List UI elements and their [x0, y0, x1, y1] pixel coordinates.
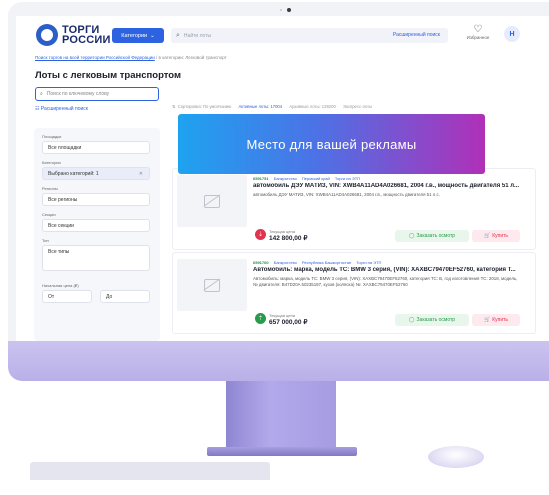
- lot-title[interactable]: Автомобиль: марка, модель ТС: BMW 3 сери…: [253, 267, 528, 273]
- sort-select[interactable]: Сортировка: По умолчанию: [178, 104, 232, 109]
- monitor-chin: [8, 341, 549, 381]
- avatar[interactable]: Н: [504, 26, 520, 42]
- filter-label: Категории: [42, 160, 61, 165]
- price-to-input[interactable]: До: [100, 290, 150, 303]
- search-input[interactable]: ⌕ Найти лоты Расширенный поиск: [171, 28, 448, 43]
- camera-dot: [280, 9, 282, 11]
- no-photo-placeholder: [177, 259, 247, 311]
- tab-express-lots[interactable]: Экспресс-лоты: [343, 104, 372, 109]
- order-inspection-button[interactable]: ◯ Заказать осмотр: [395, 314, 469, 326]
- keyboard: [30, 462, 270, 480]
- price-from-input[interactable]: От: [42, 290, 92, 303]
- advanced-search-link[interactable]: Расширенный поиск: [393, 32, 440, 38]
- no-photo-icon: [204, 278, 220, 292]
- favorites-label: Избранное: [466, 35, 490, 40]
- filter-value: Все секции: [48, 222, 74, 229]
- clear-icon[interactable]: ✕: [139, 171, 143, 177]
- filter-regions[interactable]: Все регионы: [42, 193, 150, 206]
- order-inspection-button[interactable]: ◯ Заказать осмотр: [395, 230, 469, 242]
- lot-tag[interactable]: Банкротство: [274, 260, 297, 265]
- monitor-stand: [226, 381, 336, 449]
- order-inspection-label: Заказать осмотр: [416, 317, 456, 323]
- cart-icon: 🛒: [483, 233, 491, 239]
- no-photo-placeholder: [177, 175, 247, 227]
- lot-title[interactable]: автомобиль ДЭУ МАТИЗ, VIN: XWB4A11AD4A02…: [253, 183, 528, 189]
- lot-price: 142 800,00 ₽: [269, 235, 308, 242]
- keyword-search-input[interactable]: ⌕ Поиск по ключевому слову: [35, 87, 159, 101]
- sort-bar: ⇅ Сортировка: По умолчанию Активные лоты…: [172, 104, 372, 109]
- lot-tag[interactable]: Республика Башкортостан: [302, 260, 351, 265]
- filter-value: Все площадки: [48, 144, 82, 151]
- lot-description: Автомобиль: марка, модель ТС: BMW 3 сери…: [253, 276, 518, 287]
- filter-types[interactable]: Все типы: [42, 245, 150, 271]
- filter-value: Выбрано категорий: 1: [48, 170, 99, 177]
- heart-icon: ♡: [473, 24, 483, 35]
- search-icon: ⌕: [176, 31, 180, 39]
- buy-label: Купить: [492, 233, 509, 239]
- breadcrumb-current: / в категории: Легковой транспорт: [156, 55, 227, 60]
- lot-tags: 6591760 Банкротство Республика Башкортос…: [253, 260, 385, 265]
- lot-tag[interactable]: Торги на ЭТП: [356, 260, 381, 265]
- logo-line2: РОССИИ: [62, 34, 111, 46]
- mouse: [428, 446, 484, 468]
- filter-value: Все регионы: [48, 196, 78, 203]
- filter-platforms[interactable]: Все площадки: [42, 141, 150, 154]
- filter-icon: ☷: [35, 106, 40, 112]
- price-status-icon: ⇣: [255, 229, 266, 240]
- filter-sections[interactable]: Все секции: [42, 219, 150, 232]
- buy-button[interactable]: 🛒 Купить: [472, 314, 520, 326]
- page-title: Лоты с легковым транспортом: [35, 70, 181, 81]
- filter-label: Регионы: [42, 186, 58, 191]
- buy-label: Купить: [492, 317, 509, 323]
- lot-tag[interactable]: Банкротство: [274, 176, 297, 181]
- lot-price: 657 000,00 ₽: [269, 319, 308, 326]
- order-inspection-label: Заказать осмотр: [416, 233, 456, 239]
- price-status-icon: ⇡: [255, 313, 266, 324]
- lot-description: автомобиль ДЭУ МАТИЗ, VIN: XWB4A11AD4A02…: [253, 192, 440, 197]
- monitor-screen: ТОРГИ РОССИИ Категории ⌄ ⌕ Найти лоты Ра…: [16, 16, 549, 341]
- chevron-down-icon: ⌄: [150, 32, 155, 39]
- favorites-button[interactable]: ♡ Избранное: [466, 24, 490, 41]
- keyword-placeholder: Поиск по ключевому слову: [46, 91, 110, 97]
- lot-card[interactable]: 6591760 Банкротство Республика Башкортос…: [172, 252, 536, 334]
- tab-archive-lots[interactable]: Архивные лоты: 139200: [289, 104, 336, 109]
- filter-label: Секции: [42, 212, 56, 217]
- lot-id[interactable]: 6591751: [253, 176, 269, 181]
- breadcrumb-link[interactable]: Поиск торгов на всей территории Российск…: [35, 55, 155, 60]
- whatsapp-icon: ◯: [408, 317, 415, 323]
- buy-button[interactable]: 🛒 Купить: [472, 230, 520, 242]
- filter-categories[interactable]: Выбрано категорий: 1 ✕: [42, 167, 150, 180]
- lot-card[interactable]: 6591751 Банкротство Пермский край Торги …: [172, 168, 536, 250]
- monitor-base: [207, 447, 357, 456]
- price-from-placeholder: От: [48, 293, 55, 300]
- ad-banner[interactable]: Место для вашей рекламы: [178, 114, 485, 174]
- price-to-placeholder: До: [106, 293, 113, 300]
- search-icon: ⌕: [40, 91, 43, 97]
- categories-label: Категории: [121, 32, 148, 39]
- filters-panel: Площадки Все площадки Категории Выбрано …: [34, 128, 160, 341]
- logo-text[interactable]: ТОРГИ РОССИИ: [62, 25, 111, 46]
- logo-icon[interactable]: [36, 24, 58, 46]
- lot-tag[interactable]: Пермский край: [302, 176, 330, 181]
- whatsapp-icon: ◯: [408, 233, 415, 239]
- camera: [287, 8, 291, 12]
- sort-icon: ⇅: [172, 104, 176, 109]
- no-photo-icon: [204, 194, 220, 208]
- cart-icon: 🛒: [483, 317, 491, 323]
- price-label: Начальная цена (₽): [42, 283, 79, 288]
- tab-active-lots[interactable]: Активные лоты: 17004: [239, 104, 283, 109]
- filter-value: Все типы: [48, 249, 70, 255]
- filter-label: Тип: [42, 238, 49, 243]
- breadcrumb: Поиск торгов на всей территории Российск…: [35, 55, 227, 60]
- extended-search-link[interactable]: ☷ Расширенный поиск: [35, 106, 88, 112]
- lot-id[interactable]: 6591760: [253, 260, 269, 265]
- lot-tags: 6591751 Банкротство Пермский край Торги …: [253, 176, 364, 181]
- filter-label: Площадки: [42, 134, 62, 139]
- search-placeholder: Найти лоты: [183, 32, 212, 39]
- extended-search-label: Расширенный поиск: [40, 106, 88, 112]
- lot-tag[interactable]: Торги на ЭТП: [335, 176, 360, 181]
- categories-button[interactable]: Категории ⌄: [112, 28, 164, 43]
